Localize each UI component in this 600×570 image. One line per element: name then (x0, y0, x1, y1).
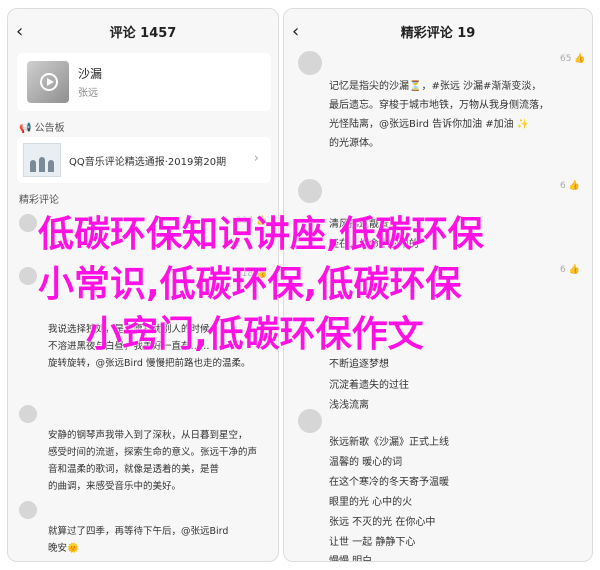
announcement-label: 📢 公告板 (19, 123, 65, 134)
announcement-card[interactable]: QQ音乐评论精选通报·2019第20期 › (17, 137, 271, 183)
avatar[interactable] (298, 179, 322, 203)
avatar[interactable] (19, 267, 37, 285)
avatar[interactable] (19, 405, 37, 423)
like-count[interactable]: 6 👍 (560, 265, 580, 275)
avatar[interactable] (298, 51, 322, 75)
page-title: 精彩评论 19 (400, 26, 476, 41)
avatar[interactable] (19, 214, 37, 232)
overlay-headline: 小常识,低碳环保,低碳环保 (38, 264, 462, 305)
lyric-line: 张远新歌《沙漏》正式上线 (329, 437, 449, 448)
play-icon[interactable] (40, 73, 58, 91)
section-label: 精彩评论 (19, 195, 59, 206)
page-title: 评论 1457 (109, 26, 177, 41)
announcement-text: QQ音乐评论精选通报·2019第20期 (69, 157, 227, 168)
comment-text: 记忆是指尖的沙漏⏳，#张远 沙漏#渐渐变淡， 最后遗忘。穿梭于城市地铁，万物从我… (329, 81, 549, 149)
lyric-line: 张远 不灭的光 在你心中 (329, 517, 436, 528)
overlay-headline: 低碳环保知识讲座,低碳环保 (38, 214, 484, 255)
song-card[interactable]: 沙漏 张远 (17, 53, 271, 111)
album-cover[interactable] (27, 61, 69, 103)
song-artist: 张远 (78, 88, 98, 99)
avatar[interactable] (19, 501, 37, 519)
top-bar: ‹ 评论 1457 (8, 9, 278, 53)
comment-text: 就算过了四季，再等待下午后，@张远Bird 晚安🌞 (48, 526, 229, 554)
overlay-headline: 小窍门,低碳环保作文 (86, 314, 424, 355)
song-title: 沙漏 (78, 67, 103, 81)
lyric-line: 在这个寒冷的冬天寄予温暖 (329, 477, 449, 488)
lyric-line: 浅浅流离 (329, 400, 369, 411)
lyric-line: 让世 一起 静静下心 (329, 537, 416, 548)
lyric-line: 沉淀着遗失的过往 (329, 380, 409, 391)
lyric-line: 眼里的光 心中的火 (329, 497, 413, 508)
chevron-right-icon: › (253, 151, 259, 166)
comment-text: 安静的钢琴声我带入到了深秋，从日暮到星空， 感受时间的流逝，探索生命的意义。张远… (48, 430, 258, 492)
lyric-line: 温馨的 暖心的词 (329, 457, 403, 468)
announcement-thumbnail (23, 143, 61, 177)
lyric-line: 慢慢 明白 (329, 556, 373, 562)
top-bar: ‹ 精彩评论 19 (284, 9, 592, 53)
avatar[interactable] (298, 409, 322, 433)
like-count[interactable]: 6 👍 (560, 181, 580, 191)
lyric-line: 不断追逐梦想 (329, 359, 389, 370)
like-count[interactable]: 65 👍 (560, 54, 586, 64)
